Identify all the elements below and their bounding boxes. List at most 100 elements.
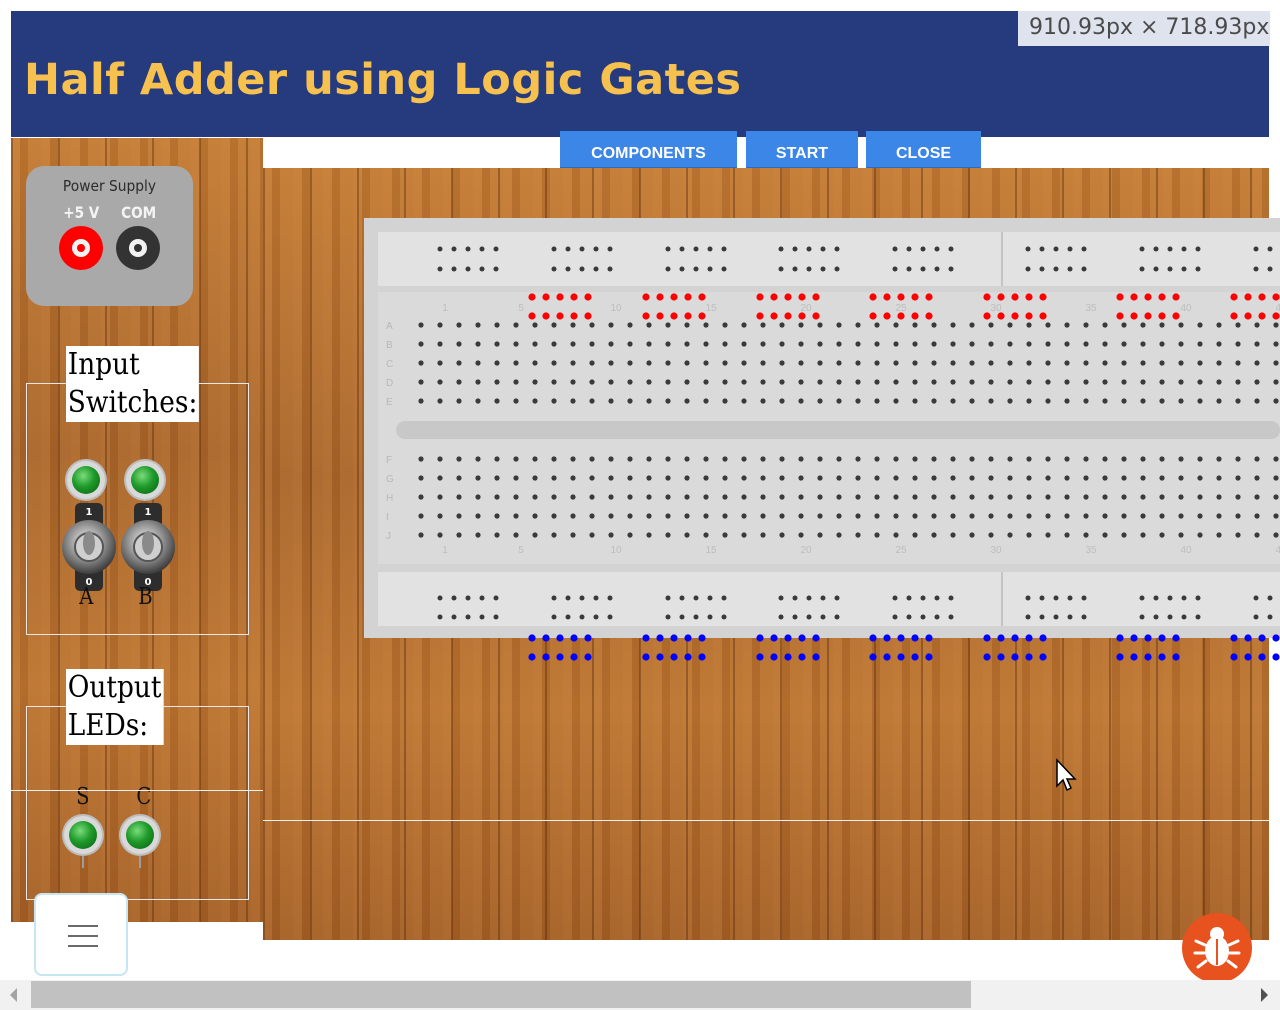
rail-hole bbox=[1153, 595, 1159, 601]
terminal-hole bbox=[1197, 494, 1203, 500]
start-button[interactable]: START bbox=[746, 131, 858, 168]
terminal-hole bbox=[1159, 475, 1165, 481]
terminal-hole bbox=[950, 475, 956, 481]
rail-hole bbox=[1039, 614, 1045, 620]
scroll-right-arrow-icon[interactable] bbox=[1261, 988, 1268, 1002]
ground-rail-hole bbox=[656, 653, 664, 661]
switch-b-indicator-led bbox=[126, 461, 164, 499]
rail-hole bbox=[1253, 614, 1259, 620]
rail-hole bbox=[892, 266, 898, 272]
terminal-hole bbox=[418, 475, 424, 481]
rail-hole bbox=[778, 266, 784, 272]
terminal-hole bbox=[988, 513, 994, 519]
led-bulb bbox=[69, 821, 97, 849]
plus-5v-terminal[interactable] bbox=[59, 226, 103, 270]
rail-hole bbox=[721, 266, 727, 272]
rail-hole bbox=[707, 246, 713, 252]
terminal-hole bbox=[760, 513, 766, 519]
led-bulb bbox=[126, 821, 154, 849]
terminal-hole bbox=[1007, 456, 1013, 462]
terminal-hole bbox=[437, 398, 443, 404]
terminal-hole bbox=[703, 513, 709, 519]
rail-hole bbox=[1267, 266, 1273, 272]
terminal-hole bbox=[1026, 475, 1032, 481]
rail-hole bbox=[1081, 246, 1087, 252]
terminal-hole bbox=[532, 398, 538, 404]
ground-rail-hole bbox=[1116, 653, 1124, 661]
terminal-hole bbox=[703, 341, 709, 347]
terminal-hole bbox=[1007, 341, 1013, 347]
rail-hole bbox=[834, 266, 840, 272]
positive-rail-hole bbox=[983, 312, 991, 320]
rail-hole bbox=[551, 614, 557, 620]
rail-hole bbox=[607, 595, 613, 601]
com-terminal[interactable] bbox=[116, 226, 160, 270]
bug-report-button[interactable] bbox=[1182, 913, 1252, 983]
terminal-hole bbox=[551, 513, 557, 519]
terminal-hole bbox=[418, 513, 424, 519]
terminal-hole bbox=[969, 379, 975, 385]
led-bulb bbox=[72, 466, 100, 494]
rail-hole bbox=[665, 614, 671, 620]
components-button[interactable]: COMPONENTS bbox=[560, 131, 737, 168]
terminal-hole bbox=[760, 475, 766, 481]
terminal-hole bbox=[570, 475, 576, 481]
close-button[interactable]: CLOSE bbox=[866, 131, 981, 168]
row-letter: A bbox=[386, 321, 393, 332]
rail-hole bbox=[565, 266, 571, 272]
terminal-hole bbox=[722, 475, 728, 481]
rail-hole bbox=[493, 595, 499, 601]
divider-line bbox=[11, 790, 263, 791]
toggle-switch-b[interactable]: 1 0 bbox=[120, 503, 176, 591]
breadboard[interactable]: ABCDEFGHIJ 1 1 5 5 10 10 15 15 20 20 25 25 30 30 35 35 4… bbox=[364, 218, 1280, 638]
terminal-hole bbox=[437, 456, 443, 462]
carry-output-led[interactable] bbox=[121, 816, 159, 868]
positive-rail-hole bbox=[1039, 293, 1047, 301]
bottom-power-rail-overlay[interactable] bbox=[520, 626, 1280, 666]
terminal-hole bbox=[1102, 532, 1108, 538]
sum-output-led[interactable] bbox=[64, 816, 102, 868]
terminal-hole bbox=[893, 456, 899, 462]
terminal-hole bbox=[969, 341, 975, 347]
terminal-hole bbox=[684, 494, 690, 500]
terminal-hole bbox=[1235, 532, 1241, 538]
terminal-hole bbox=[456, 360, 462, 366]
terminal-hole bbox=[1254, 513, 1260, 519]
terminal-hole bbox=[589, 494, 595, 500]
column-number: 40 bbox=[1180, 545, 1192, 556]
terminal-hole bbox=[608, 379, 614, 385]
terminal-hole bbox=[855, 360, 861, 366]
rail-hole bbox=[1253, 595, 1259, 601]
terminal-hole bbox=[1216, 494, 1222, 500]
terminal-hole bbox=[1216, 398, 1222, 404]
scrollbar-thumb[interactable] bbox=[31, 981, 971, 1008]
rail-hole bbox=[948, 614, 954, 620]
scroll-left-arrow-icon[interactable] bbox=[10, 988, 17, 1002]
terminal-hole bbox=[836, 360, 842, 366]
rail-hole bbox=[479, 595, 485, 601]
horizontal-scrollbar[interactable] bbox=[0, 980, 1280, 1010]
ground-rail-hole bbox=[1272, 653, 1280, 661]
rail-hole bbox=[493, 266, 499, 272]
column-number: 30 bbox=[990, 545, 1002, 556]
terminal-hole bbox=[931, 341, 937, 347]
terminal-hole bbox=[570, 494, 576, 500]
breadboard-graphic: ABCDEFGHIJ 11551010151520202525303035354… bbox=[378, 232, 1280, 626]
ground-rail-hole bbox=[1258, 653, 1266, 661]
top-power-rail-holes bbox=[528, 293, 1280, 320]
toggle-switch-a[interactable]: 1 0 bbox=[61, 503, 117, 591]
rail-hole bbox=[665, 595, 671, 601]
rail-hole bbox=[607, 614, 613, 620]
power-supply[interactable]: Power Supply +5 V COM bbox=[26, 166, 193, 306]
rail-hole bbox=[693, 246, 699, 252]
terminal-hole bbox=[475, 513, 481, 519]
top-power-rail-overlay[interactable] bbox=[520, 285, 1280, 325]
terminal-hole bbox=[551, 341, 557, 347]
menu-button[interactable] bbox=[34, 893, 128, 976]
positive-rail-hole bbox=[698, 312, 706, 320]
rail-hole bbox=[948, 246, 954, 252]
terminal-hole bbox=[722, 379, 728, 385]
rail-hole bbox=[906, 246, 912, 252]
ground-rail-hole bbox=[1244, 634, 1252, 642]
terminal-hole bbox=[456, 494, 462, 500]
